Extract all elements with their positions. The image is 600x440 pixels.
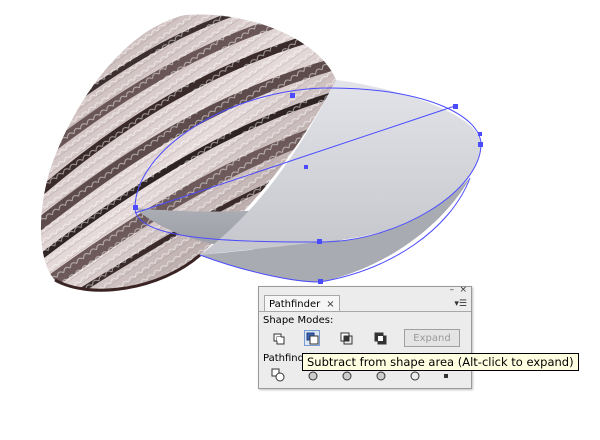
exclude-overlapping-areas-button[interactable]: [372, 330, 388, 346]
anchor-point: [318, 279, 323, 284]
exclude-overlapping-areas-icon: [374, 332, 387, 345]
panel-menu-icon[interactable]: ▾☰: [454, 299, 467, 309]
tab-pathfinder[interactable]: Pathfinder ×: [264, 295, 340, 312]
expand-button[interactable]: Expand: [404, 329, 460, 347]
close-panel-button[interactable]: ×: [459, 285, 467, 295]
tooltip: Subtract from shape area (Alt-click to e…: [302, 353, 579, 371]
tab-label: Pathfinder: [269, 298, 321, 310]
anchor-point: [478, 142, 483, 147]
subtract-from-shape-area-icon: [306, 332, 319, 345]
intersect-shape-areas-icon: [340, 332, 353, 345]
anchor-point: [478, 132, 482, 136]
anchor-point: [133, 205, 138, 210]
add-to-shape-area-icon: [273, 333, 285, 345]
add-to-shape-area-button[interactable]: [270, 330, 286, 346]
subtract-from-shape-area-button[interactable]: [304, 330, 320, 346]
divide-icon: [271, 368, 285, 382]
panel-title-bar[interactable]: – ×: [259, 285, 471, 295]
pathfinder-panel: – × Pathfinder × ▾☰ Shape Modes: Expand …: [258, 285, 472, 389]
anchor-point: [317, 239, 322, 244]
anchor-point: [290, 93, 295, 98]
pathfinders-label: Pathfind: [263, 353, 304, 364]
intersect-shape-areas-button[interactable]: [338, 330, 354, 346]
anchor-point: [453, 104, 458, 109]
divide-button[interactable]: [270, 367, 286, 383]
center-point: [304, 165, 308, 169]
panel-body: Shape Modes: Expand Pathfind: [259, 311, 471, 388]
shape-modes-label: Shape Modes:: [263, 315, 334, 326]
minimize-button[interactable]: –: [450, 285, 455, 295]
tab-close-icon[interactable]: ×: [326, 299, 334, 310]
